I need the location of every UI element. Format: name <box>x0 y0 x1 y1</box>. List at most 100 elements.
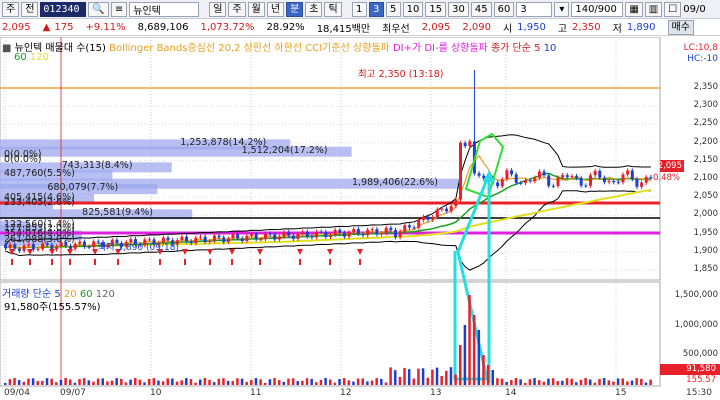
volume-bar <box>120 378 123 385</box>
volume-bar <box>166 378 169 385</box>
candle-body <box>514 174 518 183</box>
chevron-down-icon[interactable]: ▾ <box>554 1 570 17</box>
period-second[interactable]: 초 <box>305 1 323 17</box>
price-axis-tick: 1,950 <box>693 227 718 238</box>
candle-body <box>394 229 397 238</box>
minute-10[interactable]: 10 <box>402 1 424 17</box>
volume-bar <box>264 382 267 385</box>
candle-body <box>31 244 35 250</box>
price-axis-tick: 1,900 <box>693 245 718 256</box>
period-tick[interactable]: 틱 <box>324 1 342 17</box>
grid-icon[interactable]: ▦ <box>625 1 643 17</box>
candle-body <box>449 206 453 212</box>
volume-profile-label: 1,512,204(17.2%) <box>241 144 328 156</box>
quote-bar: 2,095 ▲ 175 +9.11% 8,689,106 1,073.72% 2… <box>0 19 720 36</box>
legend-ma120: 120 <box>29 52 50 63</box>
candle-body <box>431 217 435 220</box>
volume-bar <box>435 367 439 385</box>
candle-body <box>421 216 425 221</box>
volume-bar <box>394 370 397 385</box>
candle-body <box>245 235 249 242</box>
type-selector[interactable]: 주 <box>2 1 20 17</box>
signal-stem <box>359 259 361 265</box>
period-day[interactable]: 일 <box>209 1 227 17</box>
volume-bar <box>598 379 601 385</box>
change-rate: +9.11% <box>85 21 126 33</box>
volume-bar <box>584 378 587 385</box>
candle-body <box>389 227 393 230</box>
volume-bar <box>222 378 225 385</box>
candle-body <box>277 236 281 240</box>
stock-name-field[interactable]: 뉴인텍 <box>129 1 200 17</box>
volume-bar <box>519 379 522 385</box>
period-year[interactable]: 년 <box>266 1 285 17</box>
candle-body <box>231 234 235 239</box>
chart-icon[interactable]: ▥ <box>644 1 663 17</box>
minute-30[interactable]: 30 <box>448 1 469 17</box>
buy-button[interactable]: 매수 <box>667 19 694 35</box>
volume-bar <box>426 377 429 385</box>
volume-bar <box>486 365 490 385</box>
legend-icon: ■ <box>2 43 12 54</box>
candle-body <box>435 209 439 218</box>
volume-bar <box>87 380 91 385</box>
volume-bar <box>417 368 420 385</box>
candle-body <box>194 237 198 244</box>
candle-body <box>519 182 523 184</box>
price-chart[interactable] <box>0 37 720 400</box>
candle-body <box>407 225 411 228</box>
count-field[interactable]: 140/900 <box>571 1 624 17</box>
volume-bar <box>472 315 476 385</box>
volume-bar <box>500 378 504 385</box>
signal-stem <box>184 259 186 265</box>
volume-bar <box>8 379 12 385</box>
volume-bar <box>533 378 536 385</box>
minute-3[interactable]: 3 <box>368 1 384 17</box>
volume-bar <box>551 378 555 385</box>
volume-bar <box>287 378 290 385</box>
volume-bar <box>403 367 406 385</box>
period-week[interactable]: 주 <box>228 1 246 17</box>
search-icon[interactable]: 🔍 <box>88 1 109 17</box>
volume-bar <box>245 381 248 385</box>
minute-45[interactable]: 45 <box>470 1 492 17</box>
volume-bar <box>22 381 26 385</box>
checkbox-icon[interactable]: ☐ <box>664 1 682 17</box>
volume-bar <box>528 379 532 385</box>
minute-1[interactable]: 1 <box>351 1 367 17</box>
volume-bar <box>231 381 234 385</box>
menu-icon[interactable]: ≡ <box>110 1 128 17</box>
volume-bar <box>73 382 77 385</box>
date-tick: 10 <box>150 388 162 398</box>
hc-label: HC:-10 <box>687 54 718 64</box>
candle-body <box>370 229 374 231</box>
candle-body <box>356 229 360 234</box>
candle-body <box>208 241 212 243</box>
volume-bar <box>110 380 114 385</box>
candle-body <box>454 199 458 207</box>
volume-bar <box>338 379 341 385</box>
period-minute[interactable]: 분 <box>286 1 304 17</box>
volume-bar <box>226 380 230 385</box>
volume-bar <box>547 378 550 385</box>
volume-pct-label: 155.57 <box>686 375 716 385</box>
minute-60[interactable]: 60 <box>493 1 515 17</box>
candle-body <box>547 175 551 186</box>
open-price: 1,950 <box>517 21 546 33</box>
volume-profile-label: 233,405(2.6%) <box>4 197 75 209</box>
minute-15[interactable]: 15 <box>425 1 447 17</box>
minute-5[interactable]: 5 <box>385 1 401 17</box>
volume-bar <box>514 378 518 385</box>
volume-bar <box>477 330 481 385</box>
stock-code-input[interactable]: 012340 <box>40 1 87 17</box>
volume-profile-label: 1,989,406(22.6%) <box>352 176 438 188</box>
interval-select[interactable]: 3 <box>516 1 553 17</box>
candle-body <box>319 231 323 233</box>
candle-body <box>612 180 616 183</box>
volume-bar <box>282 381 286 385</box>
prev-button[interactable]: 전 <box>21 1 39 17</box>
candle-body <box>324 231 328 237</box>
volume-bar <box>31 378 35 385</box>
period-month[interactable]: 월 <box>247 1 265 17</box>
volume-bar <box>13 378 16 385</box>
